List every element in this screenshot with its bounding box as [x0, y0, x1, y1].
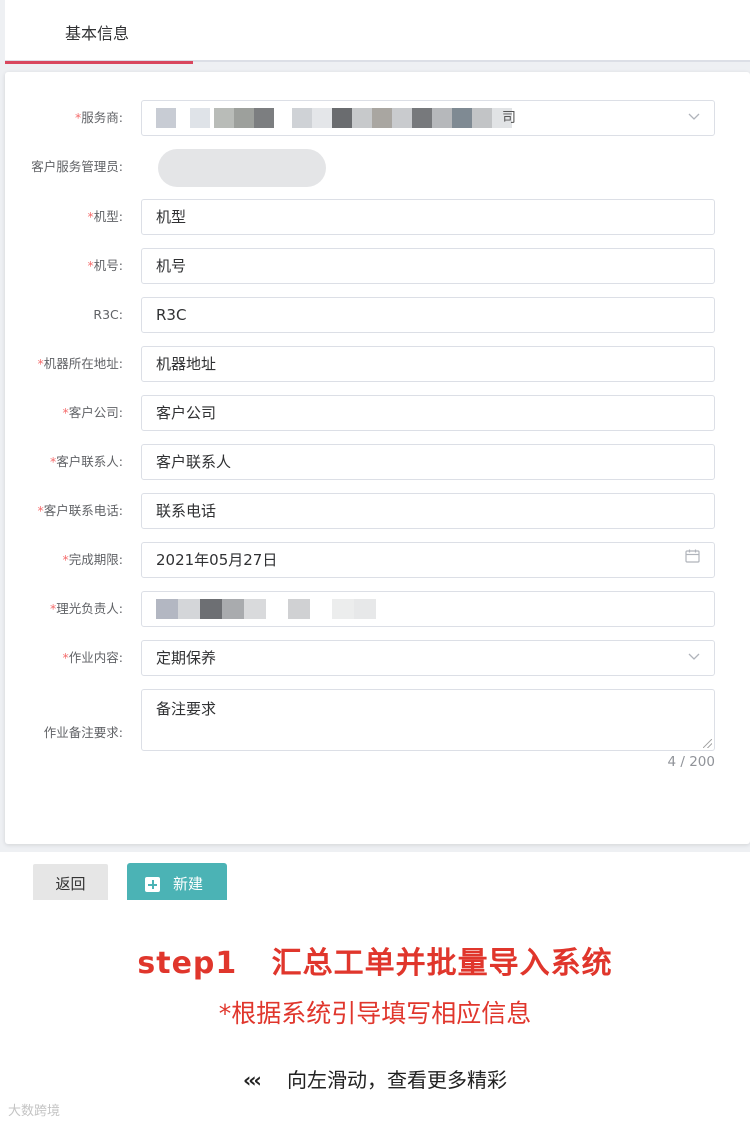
row-work-content: *作业内容: 定期保养: [5, 640, 750, 676]
remarks-textarea[interactable]: 备注要求: [141, 689, 715, 751]
swipe-hint-text: 向左滑动，查看更多精彩: [287, 1068, 508, 1092]
row-owner: *理光负责人:: [5, 591, 750, 627]
model-value: 机型: [156, 208, 187, 226]
tab-basic-info[interactable]: 基本信息: [5, 0, 193, 64]
label-service-provider: *服务商:: [75, 110, 123, 125]
deadline-date-picker[interactable]: 2021年05月27日: [141, 542, 715, 578]
masked-customer-manager: [158, 149, 326, 187]
label-contact: *客户联系人:: [50, 454, 123, 469]
label-phone: *客户联系电话:: [37, 503, 123, 518]
serial-value: 机号: [156, 257, 187, 275]
phone-value: 联系电话: [156, 502, 217, 520]
form-card: *服务商: 司 客户服务管理员: *机型: 机型 *机号: 机号 R3C: R3…: [5, 72, 750, 844]
step-subtitle: *根据系统引导填写相应信息: [218, 999, 532, 1028]
back-button[interactable]: 返回: [33, 864, 108, 900]
chevron-left-icon: ‹‹‹: [242, 1068, 262, 1092]
model-input[interactable]: 机型: [141, 199, 715, 235]
tab-bar: 基本信息: [5, 0, 750, 64]
watermark-logo: 大数跨境: [8, 1104, 61, 1119]
service-provider-value-tail: 司: [502, 110, 516, 126]
row-service-provider: *服务商: 司: [5, 100, 750, 136]
label-customer-manager: 客户服务管理员:: [31, 159, 123, 174]
row-contact: *客户联系人: 客户联系人: [5, 444, 750, 480]
company-value: 客户公司: [156, 404, 217, 422]
work-content-select[interactable]: 定期保养: [141, 640, 715, 676]
row-address: *机器所在地址: 机器地址: [5, 346, 750, 382]
row-deadline: *完成期限: 2021年05月27日: [5, 542, 750, 578]
r3c-value: R3C: [156, 306, 187, 324]
label-deadline: *完成期限:: [62, 552, 123, 567]
label-work-content: *作业内容:: [62, 650, 123, 665]
chevron-down-icon: [688, 101, 700, 135]
r3c-input[interactable]: R3C: [141, 297, 715, 333]
new-button[interactable]: 新建: [127, 863, 227, 900]
work-content-value: 定期保养: [156, 649, 217, 667]
row-model: *机型: 机型: [5, 199, 750, 235]
remarks-value: 备注要求: [156, 700, 217, 718]
label-company: *客户公司:: [62, 405, 123, 420]
contact-input[interactable]: 客户联系人: [141, 444, 715, 480]
company-input[interactable]: 客户公司: [141, 395, 715, 431]
chevron-down-icon: [688, 641, 700, 675]
service-provider-select[interactable]: 司: [141, 100, 715, 136]
label-owner: *理光负责人:: [50, 601, 123, 616]
masked-value: [156, 592, 396, 626]
row-customer-manager: 客户服务管理员:: [5, 149, 750, 185]
tab-active-indicator: [5, 61, 193, 64]
address-input[interactable]: 机器地址: [141, 346, 715, 382]
contact-value: 客户联系人: [156, 453, 232, 471]
masked-value: [156, 101, 526, 135]
swipe-hint: ‹‹‹ 向左滑动，查看更多精彩: [0, 1064, 750, 1093]
row-serial: *机号: 机号: [5, 248, 750, 284]
label-serial: *机号:: [87, 258, 123, 273]
phone-input[interactable]: 联系电话: [141, 493, 715, 529]
label-remarks: 作业备注要求:: [43, 725, 123, 740]
label-address: *机器所在地址:: [37, 356, 123, 371]
step-title: step1 汇总工单并批量导入系统: [137, 946, 613, 981]
remarks-char-counter: 4 / 200: [667, 754, 716, 770]
label-model: *机型:: [87, 209, 123, 224]
calendar-icon: [685, 543, 700, 577]
deadline-value: 2021年05月27日: [156, 551, 278, 569]
tab-label: 基本信息: [65, 24, 130, 43]
label-r3c: R3C:: [93, 307, 123, 322]
row-phone: *客户联系电话: 联系电话: [5, 493, 750, 529]
form-screenshot: 基本信息 *服务商: 司 客户服务管理员: *机型: 机型 *机号: 机号 R3…: [0, 0, 750, 900]
row-r3c: R3C: R3C: [5, 297, 750, 333]
new-button-label: 新建: [173, 875, 204, 893]
row-company: *客户公司: 客户公司: [5, 395, 750, 431]
action-bar: 返回 新建: [0, 852, 750, 900]
plus-square-icon: [145, 877, 160, 892]
resize-handle-icon[interactable]: [703, 739, 712, 748]
caption-area: step1 汇总工单并批量导入系统 *根据系统引导填写相应信息 ‹‹‹ 向左滑动…: [0, 900, 750, 1126]
address-value: 机器地址: [156, 355, 217, 373]
serial-input[interactable]: 机号: [141, 248, 715, 284]
owner-input[interactable]: [141, 591, 715, 627]
